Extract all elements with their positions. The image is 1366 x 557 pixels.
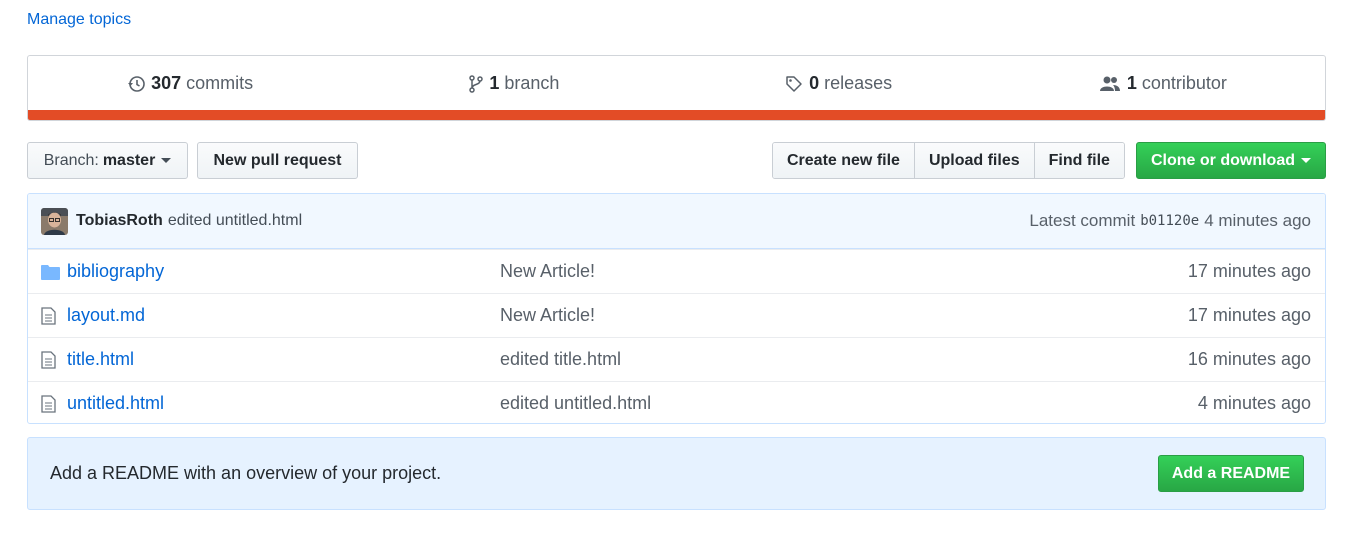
commits-label: commits [186, 73, 254, 93]
readme-prompt: Add a README with an overview of your pr… [27, 437, 1326, 510]
file-icon [41, 306, 61, 325]
file-age: 4 minutes ago [1197, 393, 1311, 413]
commit-sha[interactable]: b01120e [1140, 213, 1199, 229]
readme-prompt-text: Add a README with an overview of your pr… [50, 463, 442, 483]
file-name-link[interactable]: layout.md [67, 305, 500, 326]
find-file-button[interactable]: Find file [1033, 143, 1124, 178]
add-readme-button[interactable]: Add a README [1158, 455, 1304, 492]
latest-commit-bar: TobiasRoth edited untitled.html Latest c… [28, 194, 1325, 249]
upload-files-button[interactable]: Upload files [913, 143, 1034, 178]
people-icon [1099, 76, 1120, 91]
branches-count: 1 [489, 73, 500, 93]
commit-age: 4 minutes ago [1204, 211, 1311, 230]
file-age: 16 minutes ago [1187, 349, 1311, 369]
latest-commit-info: Latest commit b01120e 4 minutes ago [1029, 211, 1311, 231]
branch-select-button[interactable]: Branch: master [27, 142, 188, 179]
language-bar[interactable] [28, 110, 1325, 120]
file-icon [41, 350, 61, 369]
commit-message[interactable]: edited untitled.html [168, 212, 302, 230]
file-icon [41, 394, 61, 413]
file-name-link[interactable]: bibliography [67, 261, 500, 282]
file-commit-message[interactable]: edited untitled.html [500, 393, 651, 414]
folder-icon [41, 264, 61, 280]
history-icon [128, 75, 145, 92]
file-navigation: TobiasRoth edited untitled.html Latest c… [27, 193, 1326, 424]
file-age: 17 minutes ago [1187, 261, 1311, 281]
branches-label: branch [504, 73, 560, 93]
repo-summary: 307 commits 1 branch 0 releases 1 contri… [27, 55, 1326, 121]
new-pull-request-button[interactable]: New pull request [197, 142, 358, 179]
clone-or-download-button[interactable]: Clone or download [1136, 142, 1326, 179]
caret-down-icon [1301, 158, 1311, 163]
tag-icon [786, 75, 802, 92]
contributors-count: 1 [1126, 73, 1137, 93]
commit-author[interactable]: TobiasRoth [76, 212, 163, 230]
branch-prefix: Branch: [43, 151, 99, 169]
table-row: layout.md New Article! 17 minutes ago [28, 293, 1325, 337]
manage-topics-link[interactable]: Manage topics [27, 11, 131, 29]
releases-count: 0 [809, 73, 820, 93]
table-row: title.html edited title.html 16 minutes … [28, 337, 1325, 381]
commits-summary[interactable]: 307 commits [28, 73, 352, 94]
file-age: 17 minutes ago [1187, 305, 1311, 325]
branch-name: master [102, 151, 156, 169]
create-new-file-button[interactable]: Create new file [773, 143, 914, 178]
releases-summary[interactable]: 0 releases [677, 73, 1001, 94]
latest-commit-prefix: Latest commit [1029, 211, 1136, 230]
caret-down-icon [161, 158, 172, 163]
branches-summary[interactable]: 1 branch [352, 73, 676, 94]
contributors-label: contributor [1141, 73, 1227, 93]
clone-label: Clone or download [1151, 151, 1295, 169]
file-commit-message[interactable]: New Article! [500, 305, 595, 326]
file-actions-group: Create new file Upload files Find file [772, 142, 1125, 179]
branch-icon [469, 74, 484, 93]
file-commit-message[interactable]: edited title.html [500, 349, 621, 370]
commits-count: 307 [151, 73, 182, 93]
avatar[interactable] [41, 207, 68, 235]
file-name-link[interactable]: untitled.html [67, 393, 500, 414]
table-row: untitled.html edited untitled.html 4 min… [28, 381, 1325, 423]
file-commit-message[interactable]: New Article! [500, 261, 595, 282]
releases-label: releases [824, 73, 893, 93]
table-row: bibliography New Article! 17 minutes ago [28, 249, 1325, 293]
file-name-link[interactable]: title.html [67, 349, 500, 370]
contributors-summary[interactable]: 1 contributor [1001, 73, 1325, 94]
